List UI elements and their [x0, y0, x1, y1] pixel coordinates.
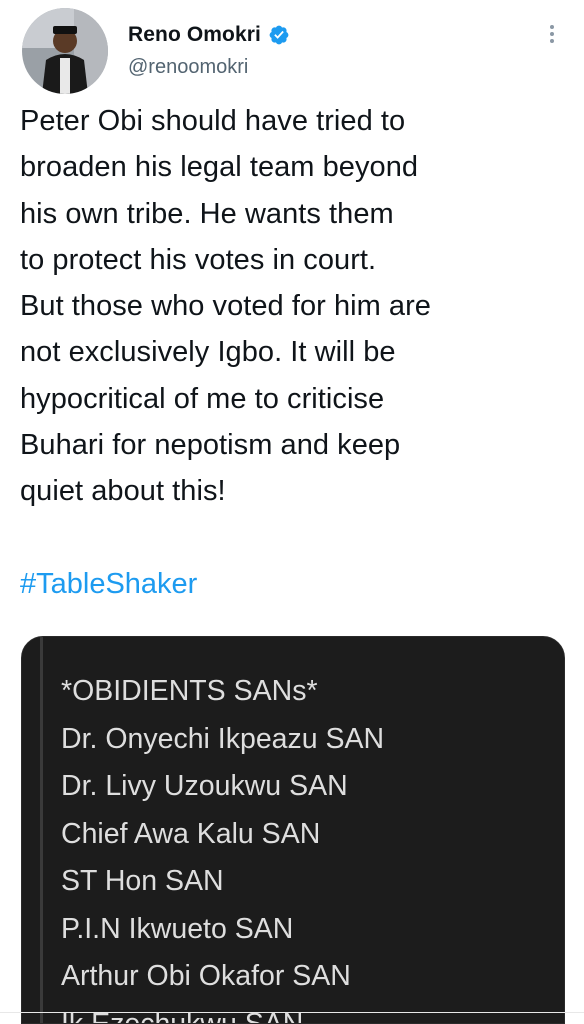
- tweet-text-line: hypocritical of me to criticise: [20, 382, 385, 415]
- media-text-line: Dr. Livy Uzoukwu SAN: [61, 770, 348, 802]
- media-text-list: *OBIDIENTS SANs* Dr. Onyechi Ikpeazu SAN…: [61, 668, 384, 1023]
- tweet-text-line: Buhari for nepotism and keep: [20, 429, 401, 462]
- tweet-text-line: to protect his votes in court.: [20, 243, 377, 276]
- verified-badge-icon: [269, 25, 289, 45]
- media-text-line: Dr. Onyechi Ikpeazu SAN: [61, 722, 385, 755]
- hashtag-link[interactable]: #TableShaker: [20, 561, 197, 607]
- media-text-line: Chief Awa Kalu SAN: [61, 817, 321, 850]
- bottom-divider: [0, 1012, 584, 1013]
- tweet-text-line: But those who voted for him are: [20, 290, 431, 323]
- author-avatar[interactable]: [22, 8, 108, 94]
- tweet-text-line: broaden his legal team beyond: [20, 151, 419, 184]
- media-text-line: Arthur Obi Okafor SAN: [61, 960, 351, 992]
- tweet-text-line: quiet about this!: [20, 475, 226, 508]
- tweet-header: Reno Omokri @renoomokri: [0, 0, 584, 100]
- author-handle[interactable]: @renoomokri: [128, 56, 248, 79]
- media-text-line: P.I.N Ikwueto SAN: [61, 912, 294, 945]
- vertical-ellipsis-icon[interactable]: [538, 20, 566, 48]
- media-text-line: ST Hon SAN: [61, 865, 224, 897]
- media-divider-rail: [40, 637, 43, 1023]
- tweet-text-line: his own tribe. He wants them: [20, 197, 394, 230]
- tweet-body: Peter Obi should have tried to broaden h…: [20, 98, 565, 515]
- tweet-media-image[interactable]: *OBIDIENTS SANs* Dr. Onyechi Ikpeazu SAN…: [21, 636, 565, 1024]
- tweet-text-line: Peter Obi should have tried to: [20, 105, 406, 137]
- tweet-text-line: not exclusively Igbo. It will be: [20, 336, 396, 369]
- media-text-line: *OBIDIENTS SANs*: [61, 675, 318, 707]
- author-name-row: Reno Omokri: [128, 20, 290, 50]
- profile-photo-icon: [22, 8, 108, 94]
- author-display-name[interactable]: Reno Omokri: [128, 23, 261, 47]
